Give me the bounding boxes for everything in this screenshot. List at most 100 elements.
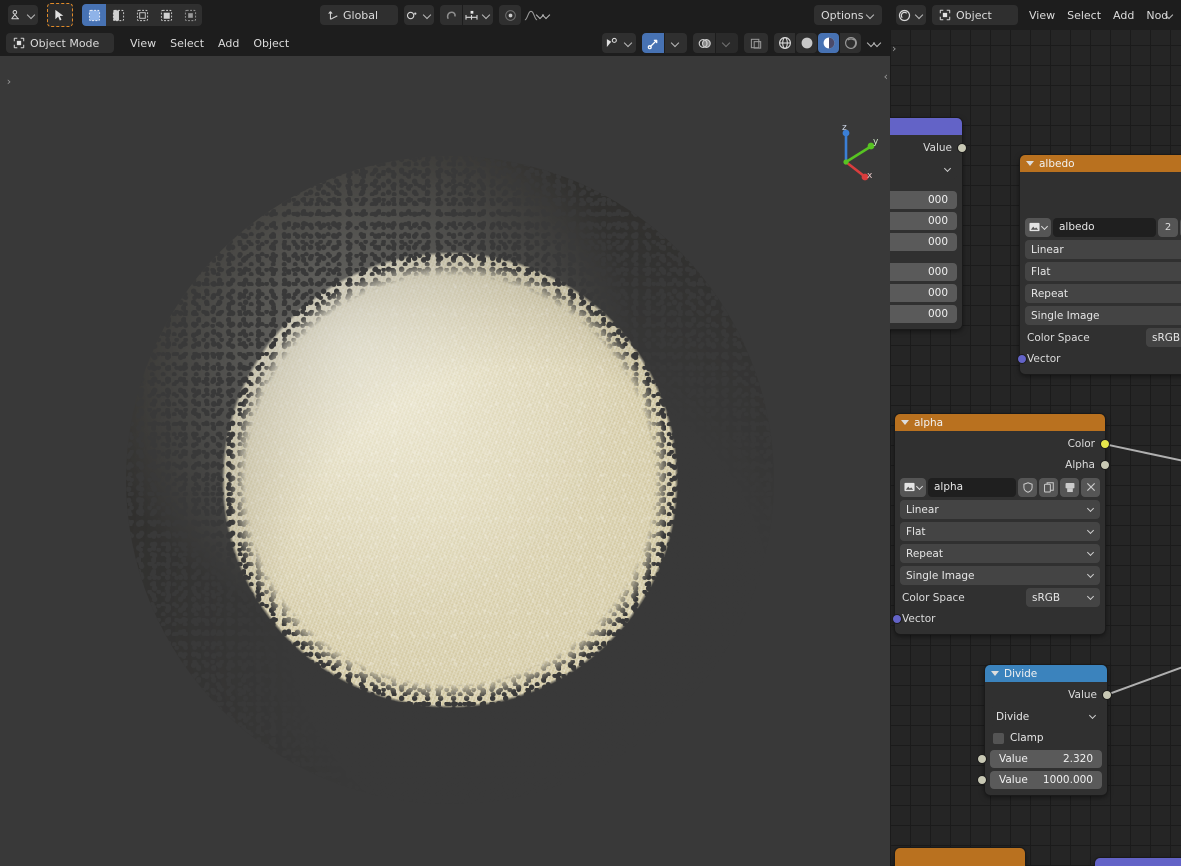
overlays-dropdown[interactable] — [716, 33, 738, 53]
navigation-gizmo[interactable]: z y x — [816, 120, 882, 186]
albedo-extension-dropdown[interactable]: Repeat — [1025, 284, 1181, 303]
menu-select[interactable]: Select — [163, 33, 211, 53]
shader-node-canvas[interactable]: Value 000 000 000 000 000 000 albedo alb… — [890, 30, 1181, 866]
mapping-value-5[interactable]: 000 — [890, 284, 957, 302]
menu-view[interactable]: View — [123, 33, 163, 53]
shading-material-preview-icon[interactable] — [818, 33, 839, 53]
overlays-icon[interactable] — [693, 33, 715, 53]
divide-input-socket-2[interactable] — [978, 776, 986, 784]
select-mode-group[interactable] — [82, 4, 202, 26]
mapping-value-3[interactable]: 000 — [890, 233, 957, 251]
alpha-colorspace-row[interactable]: Color Space sRGB — [900, 588, 1100, 607]
textured-sphere-object[interactable] — [126, 156, 774, 804]
node-mapping[interactable]: Value 000 000 000 000 000 000 — [890, 118, 966, 329]
active-tool-tweak-button[interactable] — [47, 3, 73, 27]
albedo-interpolation-dropdown[interactable]: Linear — [1025, 240, 1181, 259]
output-socket-value[interactable] — [958, 144, 966, 152]
select-intersect-icon[interactable] — [178, 4, 202, 26]
node-alpha-image-texture[interactable]: alpha Color Alpha alpha Linear Flat Repe… — [893, 414, 1109, 634]
collapse-triangle-icon[interactable] — [1026, 161, 1034, 166]
albedo-image-users[interactable]: 2 — [1158, 217, 1178, 237]
albedo-image-name[interactable]: albedo — [1053, 217, 1156, 237]
albedo-image-datablock[interactable]: albedo 2 — [1025, 217, 1181, 237]
transform-orientation-dropdown[interactable]: Global — [320, 5, 398, 25]
mapping-type-dropdown[interactable] — [890, 160, 957, 179]
select-extend-icon[interactable] — [106, 4, 130, 26]
snap-increment-dropdown[interactable] — [463, 5, 493, 25]
shader-menu-add[interactable]: Add — [1107, 5, 1140, 25]
editor-type-3dview-icon[interactable] — [8, 5, 38, 25]
pack-image-icon[interactable] — [1060, 477, 1079, 497]
image-browse-icon[interactable] — [1025, 217, 1051, 237]
toggle-xray-icon[interactable] — [744, 33, 768, 53]
shading-rendered-icon[interactable] — [840, 33, 861, 53]
mapping-value-4[interactable]: 000 — [890, 263, 957, 281]
viewport-sidebar-expand-icon[interactable]: ‹ — [884, 70, 888, 83]
select-invert-icon[interactable] — [154, 4, 178, 26]
image-browse-icon[interactable] — [900, 477, 926, 497]
select-subtract-icon[interactable] — [130, 4, 154, 26]
albedo-input-vector[interactable]: Vector — [1018, 350, 1181, 368]
node-divide-math[interactable]: Divide Value Divide Clamp Value 2.320 Va… — [978, 665, 1111, 795]
divide-value-2[interactable]: Value 1000.000 — [990, 771, 1102, 789]
gizmo-dropdown[interactable] — [665, 33, 687, 53]
node-header-bottom-texture[interactable] — [895, 848, 1025, 866]
viewport-options-dropdown[interactable]: Options — [814, 5, 882, 25]
proportional-editing-icon[interactable] — [499, 5, 521, 25]
input-socket-vector[interactable] — [893, 615, 901, 623]
albedo-colorspace-dropdown[interactable]: sRGB — [1146, 328, 1181, 347]
object-type-visibility-dropdown[interactable] — [602, 33, 636, 53]
alpha-image-name[interactable]: alpha — [928, 477, 1016, 497]
snap-magnet-icon[interactable] — [440, 5, 462, 25]
output-socket-color[interactable] — [1101, 440, 1109, 448]
divide-output-value[interactable]: Value — [990, 686, 1111, 704]
output-socket-alpha[interactable] — [1101, 461, 1109, 469]
node-albedo-image-texture[interactable]: albedo albedo 2 Linear Flat Repeat Singl… — [1018, 155, 1181, 374]
node-header-albedo[interactable]: albedo — [1020, 155, 1181, 172]
divide-input-socket-1[interactable] — [978, 755, 986, 763]
albedo-source-dropdown[interactable]: Single Image — [1025, 306, 1181, 325]
collapse-triangle-icon[interactable] — [991, 671, 999, 676]
mapping-value-2[interactable]: 000 — [890, 212, 957, 230]
divide-operation-dropdown[interactable]: Divide — [990, 707, 1102, 726]
node-header-bottom-vector[interactable] — [1095, 858, 1181, 866]
alpha-colorspace-dropdown[interactable]: sRGB — [1026, 588, 1100, 607]
node-bottom-texture[interactable] — [895, 848, 1025, 866]
shader-menu-select[interactable]: Select — [1061, 5, 1107, 25]
select-set-icon[interactable] — [82, 4, 106, 26]
divide-clamp-checkbox[interactable] — [993, 732, 1004, 744]
toolbar-expand-icon[interactable]: › — [3, 72, 15, 90]
menu-add[interactable]: Add — [211, 33, 246, 53]
albedo-projection-dropdown[interactable]: Flat — [1025, 262, 1181, 281]
interaction-mode-dropdown[interactable]: Object Mode — [6, 33, 114, 53]
shader-toolbar-expand-icon[interactable]: › — [892, 42, 896, 55]
pivot-point-dropdown[interactable] — [404, 5, 434, 25]
alpha-source-dropdown[interactable]: Single Image — [900, 566, 1100, 585]
mapping-value-6[interactable]: 000 — [890, 305, 957, 323]
fake-user-shield-icon[interactable] — [1018, 477, 1037, 497]
shader-type-dropdown[interactable]: Object — [932, 5, 1018, 25]
unlink-image-icon[interactable] — [1081, 477, 1100, 497]
menu-object[interactable]: Object — [246, 33, 296, 53]
input-socket-vector[interactable] — [1018, 355, 1026, 363]
mapping-value-1[interactable]: 000 — [890, 191, 957, 209]
collapse-triangle-icon[interactable] — [901, 420, 909, 425]
alpha-interpolation-dropdown[interactable]: Linear — [900, 500, 1100, 519]
gizmo-icon[interactable] — [642, 33, 664, 53]
divide-clamp-row[interactable]: Clamp — [990, 729, 1102, 747]
alpha-extension-dropdown[interactable]: Repeat — [900, 544, 1100, 563]
node-header-alpha[interactable]: alpha — [895, 414, 1105, 431]
divide-value-1[interactable]: Value 2.320 — [990, 750, 1102, 768]
output-socket-value[interactable] — [1103, 691, 1111, 699]
new-image-copy-icon[interactable] — [1039, 477, 1058, 497]
node-header-mapping[interactable] — [890, 118, 962, 135]
node-bottom-vector[interactable] — [1095, 858, 1181, 866]
alpha-projection-dropdown[interactable]: Flat — [900, 522, 1100, 541]
alpha-output-color[interactable]: Color — [900, 435, 1109, 453]
alpha-input-vector[interactable]: Vector — [893, 610, 1100, 628]
alpha-output-alpha[interactable]: Alpha — [900, 456, 1109, 474]
albedo-colorspace-row[interactable]: Color Space sRGB — [1025, 328, 1181, 347]
shading-dropdown[interactable] — [862, 33, 882, 53]
shading-solid-icon[interactable] — [796, 33, 817, 53]
alpha-image-datablock[interactable]: alpha — [900, 477, 1100, 497]
